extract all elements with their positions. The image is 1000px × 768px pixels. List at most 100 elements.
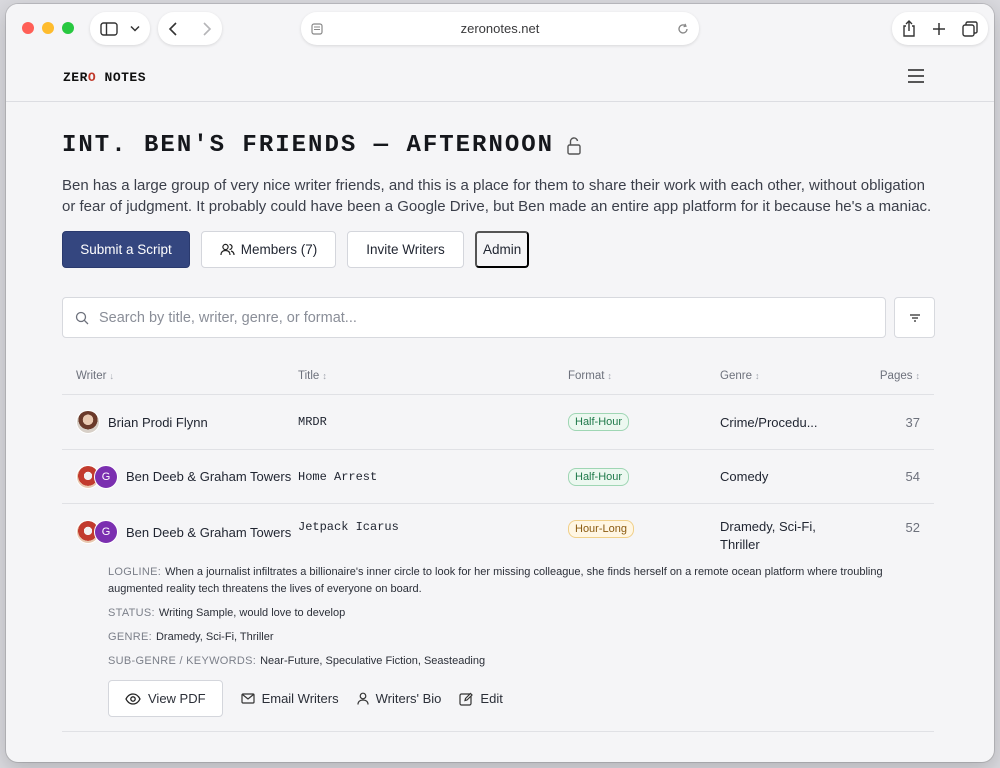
header-format-label: Format <box>568 370 605 382</box>
logline-text: When a journalist infiltrates a billiona… <box>108 566 883 595</box>
subgenre-label: SUB-GENRE / KEYWORDS: <box>108 655 257 667</box>
avatar-initial: G <box>94 464 118 489</box>
format-cell: Half-Hour <box>568 467 720 486</box>
pages-cell: 54 <box>905 469 920 484</box>
minimize-window-button[interactable] <box>42 22 54 34</box>
address-bar[interactable]: zeronotes.net <box>301 12 699 45</box>
writer-name: Ben Deeb & Graham Towers <box>126 524 292 540</box>
close-window-button[interactable] <box>22 22 34 34</box>
logo-text-3: NOTES <box>96 70 147 85</box>
sort-desc-icon: ↓ <box>109 371 114 381</box>
app-header: ZERO NOTES <box>6 54 994 102</box>
writers-bio-button[interactable]: Writers' Bio <box>357 691 442 706</box>
status-label: STATUS: <box>108 607 155 619</box>
submit-script-button[interactable]: Submit a Script <box>62 231 190 268</box>
genre-detail: GENRE: Dramedy, Sci-Fi, Thriller <box>108 629 928 646</box>
unlock-icon <box>566 136 582 155</box>
app-logo[interactable]: ZERO NOTES <box>63 70 146 85</box>
writer-name: Ben Deeb & Graham Towers <box>126 469 292 484</box>
sidebar-icon <box>100 21 118 36</box>
writer-cell: G Ben Deeb & Graham Towers <box>62 520 298 544</box>
back-icon[interactable] <box>168 21 178 36</box>
script-actions: View PDF Email Writers Writers' Bio Edit <box>108 680 934 717</box>
new-tab-icon[interactable] <box>932 22 946 36</box>
genre-text: Dramedy, Sci-Fi, Thriller <box>155 631 274 643</box>
header-pages[interactable]: Pages ↕ <box>846 370 934 382</box>
header-format[interactable]: Format ↕ <box>568 370 720 382</box>
writer-name: Brian Prodi Flynn <box>108 414 208 430</box>
invite-writers-button[interactable]: Invite Writers <box>347 231 464 268</box>
script-title: Home Arrest <box>298 469 378 484</box>
mail-icon <box>240 693 255 704</box>
search-input[interactable] <box>99 309 873 326</box>
share-icon[interactable] <box>902 20 916 37</box>
history-navigation <box>158 12 222 45</box>
browser-toolbar: zeronotes.net <box>6 4 994 54</box>
zoom-window-button[interactable] <box>62 22 74 34</box>
genre-line: Dramedy, Sci-Fi, <box>720 519 816 534</box>
format-badge: Half-Hour <box>568 467 630 486</box>
format-badge: Half-Hour <box>568 413 630 431</box>
browser-actions <box>892 12 988 45</box>
edit-button[interactable]: Edit <box>459 691 503 706</box>
subgenre-text: Near-Future, Speculative Fiction, Seaste… <box>260 655 486 667</box>
pages-cell: 52 <box>905 520 920 535</box>
sidebar-toggle-button[interactable] <box>90 12 150 45</box>
users-icon <box>220 243 235 256</box>
edit-icon <box>459 692 474 706</box>
header-title[interactable]: Title ↕ <box>298 370 568 382</box>
filter-button[interactable] <box>894 297 935 338</box>
genre-cell: Dramedy, Sci-Fi, Thriller <box>720 518 846 554</box>
header-pages-label: Pages <box>879 370 913 382</box>
header-title-label: Title <box>298 370 320 382</box>
chevron-down-icon[interactable] <box>130 25 140 32</box>
eye-icon <box>125 692 141 705</box>
script-title: Jetpack Icarus <box>298 520 399 534</box>
scripts-table: Writer ↓ Title ↕ Format ↕ Genre ↕ Pages ↕ Bri… <box>62 358 934 732</box>
header-writer[interactable]: Writer ↓ <box>62 370 298 382</box>
reload-icon[interactable] <box>677 23 689 35</box>
admin-button[interactable]: Admin <box>475 231 530 268</box>
browser-window: zeronotes.net ZERO NOTES INT. BEN'S FRIE… <box>6 4 994 762</box>
edit-label: Edit <box>480 691 503 706</box>
writer-cell: Brian Prodi Flynn <box>62 410 298 434</box>
page-settings-icon[interactable] <box>311 22 323 35</box>
url-text: zeronotes.net <box>460 21 540 36</box>
format-cell: Hour-Long <box>568 520 720 538</box>
format-cell: Half-Hour <box>568 413 720 431</box>
email-writers-button[interactable]: Email Writers <box>240 691 339 706</box>
sort-icon: ↕ <box>754 371 760 381</box>
filter-icon <box>909 313 921 323</box>
group-description: Ben has a large group of very nice write… <box>62 177 932 215</box>
header-genre-label: Genre <box>720 370 752 382</box>
forward-icon[interactable] <box>202 21 212 36</box>
writers-bio-label: Writers' Bio <box>375 691 442 706</box>
table-row-expanded[interactable]: G Ben Deeb & Graham Towers Jetpack Icaru… <box>62 504 934 564</box>
sort-icon: ↕ <box>607 371 612 381</box>
script-details: LOGLINE: When a journalist infiltrates a … <box>62 564 934 732</box>
members-button[interactable]: Members (7) <box>201 231 336 268</box>
status: STATUS: Writing Sample, would love to dev… <box>108 605 928 622</box>
view-pdf-button[interactable]: View PDF <box>108 680 223 717</box>
status-text: Writing Sample, would love to develop <box>158 607 346 619</box>
search-row <box>62 297 938 338</box>
logline-label: LOGLINE: <box>108 566 162 578</box>
email-writers-label: Email Writers <box>261 691 339 706</box>
page-title: INT. BEN'S FRIENDS — AFTERNOON <box>62 132 938 159</box>
tab-overview-icon[interactable] <box>962 20 978 37</box>
writer-avatars <box>76 410 100 434</box>
table-row[interactable]: G Ben Deeb & Graham Towers Home Arrest H… <box>62 450 934 504</box>
sort-icon: ↕ <box>322 371 327 381</box>
genre-cell: Crime/Procedu... <box>720 414 818 430</box>
logline: LOGLINE: When a journalist infiltrates a … <box>108 564 928 598</box>
view-pdf-label: View PDF <box>148 691 206 706</box>
table-row[interactable]: Brian Prodi Flynn MRDR Half-Hour Crime/P… <box>62 395 934 450</box>
hamburger-menu-icon[interactable] <box>906 68 926 84</box>
table-header: Writer ↓ Title ↕ Format ↕ Genre ↕ Pages ↕ <box>62 358 934 395</box>
genre-label: GENRE: <box>108 631 152 643</box>
writer-avatars: G <box>76 464 118 489</box>
header-genre[interactable]: Genre ↕ <box>720 370 846 382</box>
user-icon <box>357 692 369 705</box>
sort-icon: ↕ <box>915 371 921 381</box>
search-box <box>62 297 886 338</box>
